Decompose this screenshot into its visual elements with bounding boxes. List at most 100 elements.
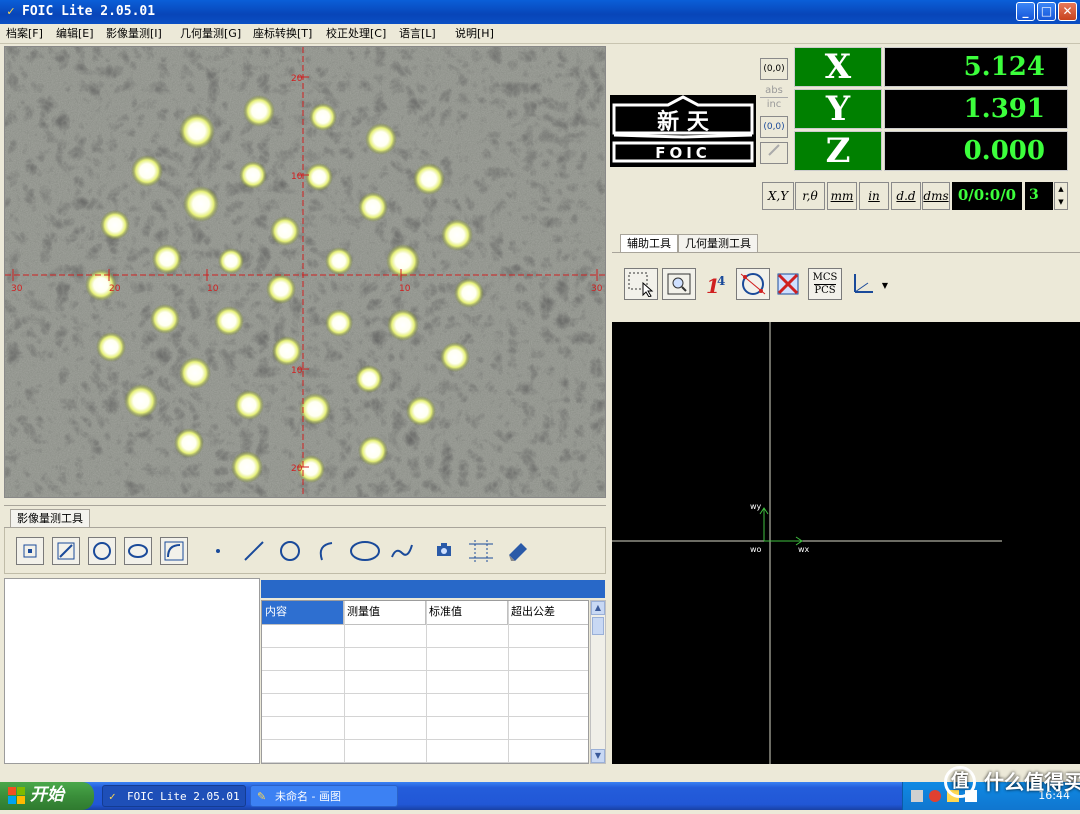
precision-value[interactable]: 3	[1025, 182, 1053, 210]
tab-geometry-tools[interactable]: 几何量测工具	[678, 234, 758, 252]
title-bar: ✓ FOIC Lite 2.05.01 _ □ ✕	[0, 0, 1080, 24]
dot-icon	[216, 549, 220, 553]
table-row[interactable]	[262, 717, 588, 740]
menu-calibration[interactable]: 校正处理[C]	[326, 27, 386, 41]
select-tool-button[interactable]	[624, 268, 658, 300]
xy-mode-button[interactable]: X,Y	[762, 182, 794, 210]
menu-file[interactable]: 档案[F]	[6, 27, 43, 41]
eraser-tool-button[interactable]	[504, 537, 532, 565]
inch-unit-button[interactable]: in	[859, 182, 889, 210]
close-button[interactable]: ✕	[1058, 2, 1077, 21]
table-row[interactable]	[262, 671, 588, 694]
camera-view[interactable]: 30 20 10 10 30 20 10 10 20	[4, 46, 606, 498]
feature-list[interactable]	[4, 578, 260, 764]
taskbar-item-label: 未命名 - 画图	[275, 790, 341, 803]
x-axis-label: X	[794, 47, 882, 87]
mcs-pcs-button[interactable]: MCS PCS	[808, 268, 842, 300]
curve-icon	[391, 544, 413, 558]
delete-tool-button[interactable]	[772, 268, 804, 300]
tab-assist-tools[interactable]: 辅助工具	[620, 234, 678, 252]
free-line-tool-button[interactable]	[240, 537, 268, 565]
y-axis-label: Y	[794, 89, 882, 129]
svg-text:4: 4	[717, 274, 725, 288]
column-header-content[interactable]: 内容	[262, 601, 344, 625]
angle-readout: 0/0:0/0	[952, 182, 1022, 210]
dms-button[interactable]: dms	[922, 182, 950, 210]
table-row[interactable]	[262, 694, 588, 717]
graphic-view[interactable]: wy wo wx	[612, 322, 1080, 764]
foic-task-icon: ✓	[109, 790, 116, 803]
decimal-degree-button[interactable]: d.d	[891, 182, 921, 210]
wo-label: wo	[750, 545, 762, 554]
precision-spinner[interactable]: ▲ ▼	[1054, 182, 1068, 210]
mm-unit-button[interactable]: mm	[827, 182, 857, 210]
menu-coordinate-transform[interactable]: 座标转换[T]	[253, 27, 312, 41]
results-table[interactable]: 内容 测量值 标准值 超出公差	[261, 600, 589, 764]
axis-dropdown-icon[interactable]: ▼	[880, 276, 890, 296]
taskbar-item-foic[interactable]: ✓ FOIC Lite 2.05.01	[102, 785, 246, 807]
abs-label: abs	[765, 85, 783, 96]
table-row[interactable]	[262, 648, 588, 671]
menu-edit[interactable]: 编辑[E]	[56, 27, 94, 41]
edit-coordinate-button[interactable]	[760, 142, 788, 164]
abs-inc-toggle[interactable]: abs inc	[760, 84, 788, 114]
tab-image-measure-tools[interactable]: 影像量测工具	[10, 509, 90, 527]
taskbar-item-label: FOIC Lite 2.05.01	[127, 790, 240, 803]
spin-up-icon[interactable]: ▲	[1055, 183, 1067, 196]
circle-tool-button[interactable]	[88, 537, 116, 565]
start-button[interactable]: 开始	[0, 782, 94, 810]
set-origin-button[interactable]: (0,0)	[760, 58, 788, 80]
camera-tool-button[interactable]	[430, 537, 458, 565]
watermark: 值 什么值得买	[940, 764, 1080, 800]
y-axis-value: 1.391	[884, 89, 1068, 129]
minimize-button[interactable]: _	[1016, 2, 1035, 21]
free-circle-tool-button[interactable]	[276, 537, 304, 565]
line-tool-button[interactable]	[52, 537, 80, 565]
point-tool-button[interactable]	[16, 537, 44, 565]
table-row[interactable]	[262, 740, 588, 763]
scroll-down-icon[interactable]: ▼	[591, 749, 605, 763]
menu-image-measure[interactable]: 影像量测[I]	[106, 27, 162, 41]
dot-tool-button[interactable]	[204, 537, 232, 565]
edge-tool-button[interactable]	[464, 537, 498, 565]
table-row[interactable]	[262, 625, 588, 648]
menu-language[interactable]: 语言[L]	[399, 27, 436, 41]
zoom-tool-button[interactable]	[662, 268, 696, 300]
watermark-text: 什么值得买	[984, 770, 1080, 794]
ellipse-outline-icon	[350, 541, 380, 561]
ellipse-tool-button[interactable]	[124, 537, 152, 565]
scroll-thumb[interactable]	[592, 617, 604, 635]
wx-label: wx	[798, 545, 810, 554]
curve-tool-button[interactable]	[388, 537, 416, 565]
crosshair-label-upper: 10	[291, 172, 303, 182]
logo-brand-text: FOIC	[655, 144, 711, 162]
taskbar-item-paint[interactable]: ✎ 未命名 - 画图	[250, 785, 398, 807]
microscope-image: 30 20 10 10 30 20 10 10 20	[5, 47, 605, 497]
eraser-icon	[509, 543, 527, 561]
maximize-button[interactable]: □	[1037, 2, 1056, 21]
free-ellipse-tool-button[interactable]	[348, 537, 382, 565]
crosshair-label-top: 20	[291, 74, 303, 84]
column-header-measured[interactable]: 测量值	[344, 601, 426, 625]
zero-origin-button[interactable]: (0,0)	[760, 116, 788, 138]
column-header-standard[interactable]: 标准值	[426, 601, 508, 625]
axis-tool-button[interactable]	[846, 268, 880, 300]
tray-icon[interactable]	[911, 790, 923, 802]
windows-logo-icon	[8, 787, 26, 805]
number-tool-button[interactable]: 14	[700, 268, 734, 300]
spin-down-icon[interactable]: ▼	[1055, 196, 1067, 209]
x-axis-value: 5.124	[884, 47, 1068, 87]
snap-tool-button[interactable]	[736, 268, 770, 300]
free-arc-tool-button[interactable]	[312, 537, 340, 565]
scroll-up-icon[interactable]: ▲	[591, 601, 605, 615]
table-scrollbar[interactable]: ▲ ▼	[590, 600, 606, 764]
column-header-tolerance[interactable]: 超出公差	[508, 601, 588, 625]
menu-geometry-measure[interactable]: 几何量测[G]	[180, 27, 241, 41]
axis-icon	[854, 274, 873, 293]
magnifier-icon	[667, 273, 691, 295]
divider	[4, 505, 606, 506]
polar-mode-button[interactable]: r,θ	[795, 182, 825, 210]
ellipse-icon	[128, 544, 148, 558]
arc-tool-button[interactable]	[160, 537, 188, 565]
menu-help[interactable]: 说明[H]	[455, 27, 494, 41]
